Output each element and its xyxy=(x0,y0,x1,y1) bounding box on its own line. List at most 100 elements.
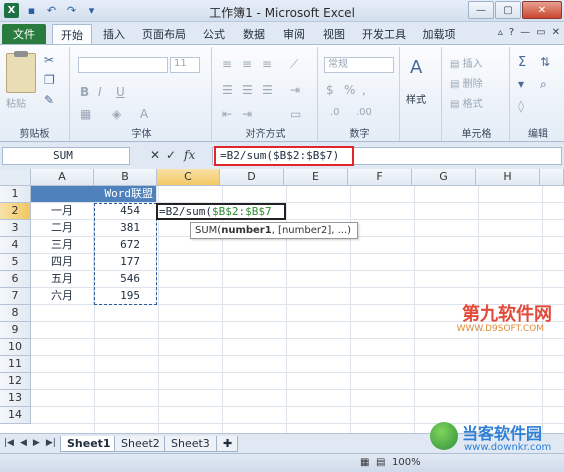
tab-addins[interactable]: 加载项 xyxy=(416,24,462,44)
fill-icon[interactable]: ▾ xyxy=(518,77,524,91)
underline-icon[interactable]: U xyxy=(116,85,125,99)
tab-developer[interactable]: 开发工具 xyxy=(356,24,412,44)
fill-color-icon[interactable]: ◈ xyxy=(112,107,121,121)
help-icon[interactable]: ? xyxy=(509,27,514,38)
row-header-12[interactable]: 12 xyxy=(0,373,31,390)
increase-decimal-icon[interactable]: .0 xyxy=(330,107,340,118)
row-header-11[interactable]: 11 xyxy=(0,356,31,373)
find-select-icon[interactable]: ⌕ xyxy=(540,77,547,92)
align-center-icon[interactable]: ☰ xyxy=(242,83,253,97)
cell-a3[interactable]: 二月 xyxy=(31,220,94,237)
column-header-d[interactable]: D xyxy=(220,169,284,186)
sheet-tab-3[interactable]: Sheet3 xyxy=(164,436,217,452)
formula-input[interactable]: =B2/sum($B$2:$B$7) xyxy=(214,146,354,166)
window-minimize-icon[interactable]: — xyxy=(520,27,530,38)
cell-b6[interactable]: 546 xyxy=(94,271,157,288)
column-header-b[interactable]: B xyxy=(94,169,157,186)
active-cell-c2[interactable]: =B2/sum($B$2:$B$7 xyxy=(156,203,286,220)
column-header-e[interactable]: E xyxy=(284,169,348,186)
row-header-3[interactable]: 3 xyxy=(0,220,31,237)
borders-icon[interactable]: ▦ xyxy=(80,107,91,121)
name-box[interactable]: SUM xyxy=(2,147,130,165)
ribbon-collapse-icon[interactable]: ▵ xyxy=(498,27,503,38)
view-normal-icon[interactable]: ▦ xyxy=(360,457,369,468)
font-color-icon[interactable]: A xyxy=(140,107,148,121)
styles-icon[interactable]: A xyxy=(410,57,422,78)
delete-cells-button[interactable]: 删除 xyxy=(463,79,483,90)
tab-formulas[interactable]: 公式 xyxy=(196,24,232,44)
align-middle-icon[interactable]: ≡ xyxy=(242,57,252,71)
align-right-icon[interactable]: ☰ xyxy=(262,83,273,97)
tab-home[interactable]: 开始 xyxy=(52,24,92,44)
view-layout-icon[interactable]: ▤ xyxy=(376,457,385,468)
cell-b4[interactable]: 672 xyxy=(94,237,157,254)
decrease-decimal-icon[interactable]: .00 xyxy=(356,107,372,118)
format-painter-icon[interactable]: ✎ xyxy=(44,93,54,107)
cell-a7[interactable]: 六月 xyxy=(31,288,94,305)
italic-icon[interactable]: I xyxy=(98,85,102,99)
percent-icon[interactable]: % xyxy=(344,83,355,97)
insert-cells-button[interactable]: 插入 xyxy=(463,59,483,70)
zoom-level[interactable]: 100% xyxy=(392,457,421,468)
maximize-button[interactable]: ▢ xyxy=(495,1,521,19)
tab-view[interactable]: 视图 xyxy=(316,24,352,44)
column-header-g[interactable]: G xyxy=(412,169,476,186)
prev-sheet-icon[interactable]: ◀ xyxy=(20,438,27,448)
cell-a2[interactable]: 一月 xyxy=(31,203,94,220)
row-header-4[interactable]: 4 xyxy=(0,237,31,254)
align-bottom-icon[interactable]: ≡ xyxy=(262,57,272,71)
cancel-icon[interactable]: ✕ xyxy=(150,148,160,162)
cell-a6[interactable]: 五月 xyxy=(31,271,94,288)
column-header-a[interactable]: A xyxy=(31,169,94,186)
row-header-9[interactable]: 9 xyxy=(0,322,31,339)
cell-b5[interactable]: 177 xyxy=(94,254,157,271)
tab-data[interactable]: 数据 xyxy=(236,24,272,44)
autosum-icon[interactable]: Σ xyxy=(518,55,526,70)
font-size-box[interactable]: 11 xyxy=(170,57,200,73)
row-header-14[interactable]: 14 xyxy=(0,407,31,424)
row-header-8[interactable]: 8 xyxy=(0,305,31,322)
tab-insert[interactable]: 插入 xyxy=(96,24,132,44)
new-sheet-icon[interactable]: ✚ xyxy=(216,436,238,452)
select-all-corner[interactable] xyxy=(0,169,31,186)
comma-icon[interactable]: , xyxy=(362,83,366,97)
row-header-5[interactable]: 5 xyxy=(0,254,31,271)
next-sheet-icon[interactable]: ▶ xyxy=(33,438,40,448)
tab-page-layout[interactable]: 页面布局 xyxy=(136,24,192,44)
format-cells-button[interactable]: 格式 xyxy=(463,99,483,110)
last-sheet-icon[interactable]: ▶| xyxy=(46,438,56,448)
tooltip-fn[interactable]: SUM( xyxy=(195,225,221,236)
cell-b1[interactable]: Word联盟 xyxy=(94,186,157,203)
row-header-7[interactable]: 7 xyxy=(0,288,31,305)
orientation-icon[interactable]: ⟋ xyxy=(290,57,298,72)
sheet-tab-1[interactable]: Sheet1 xyxy=(60,436,118,452)
window-close-icon[interactable]: ✕ xyxy=(552,27,560,38)
cut-icon[interactable]: ✂ xyxy=(44,53,54,67)
column-header-f[interactable]: F xyxy=(348,169,412,186)
insert-function-icon[interactable]: fx xyxy=(184,148,195,162)
decrease-indent-icon[interactable]: ⇤ xyxy=(222,107,232,121)
row-header-1[interactable]: 1 xyxy=(0,186,31,203)
cell-b7[interactable]: 195 xyxy=(94,288,157,305)
merge-center-icon[interactable]: ▭ xyxy=(290,107,301,121)
bold-icon[interactable]: B xyxy=(80,85,89,99)
align-left-icon[interactable]: ☰ xyxy=(222,83,233,97)
cell-a4[interactable]: 三月 xyxy=(31,237,94,254)
cell-b2[interactable]: 454 xyxy=(94,203,157,220)
close-button[interactable]: ✕ xyxy=(522,1,562,19)
column-header-h[interactable]: H xyxy=(476,169,540,186)
number-format-box[interactable]: 常规 xyxy=(324,57,394,73)
minimize-button[interactable]: — xyxy=(468,1,494,19)
column-header-c[interactable]: C xyxy=(157,169,220,186)
row-header-2[interactable]: 2 xyxy=(0,203,31,220)
row-header-13[interactable]: 13 xyxy=(0,390,31,407)
tab-file[interactable]: 文件 xyxy=(2,24,46,44)
clear-icon[interactable]: ◊ xyxy=(518,99,524,113)
currency-icon[interactable]: $ xyxy=(326,83,334,97)
align-top-icon[interactable]: ≡ xyxy=(222,57,232,71)
font-name-box[interactable] xyxy=(78,57,168,73)
tab-review[interactable]: 审阅 xyxy=(276,24,312,44)
enter-icon[interactable]: ✓ xyxy=(166,148,176,162)
cell-b3[interactable]: 381 xyxy=(94,220,157,237)
first-sheet-icon[interactable]: |◀ xyxy=(4,438,14,448)
